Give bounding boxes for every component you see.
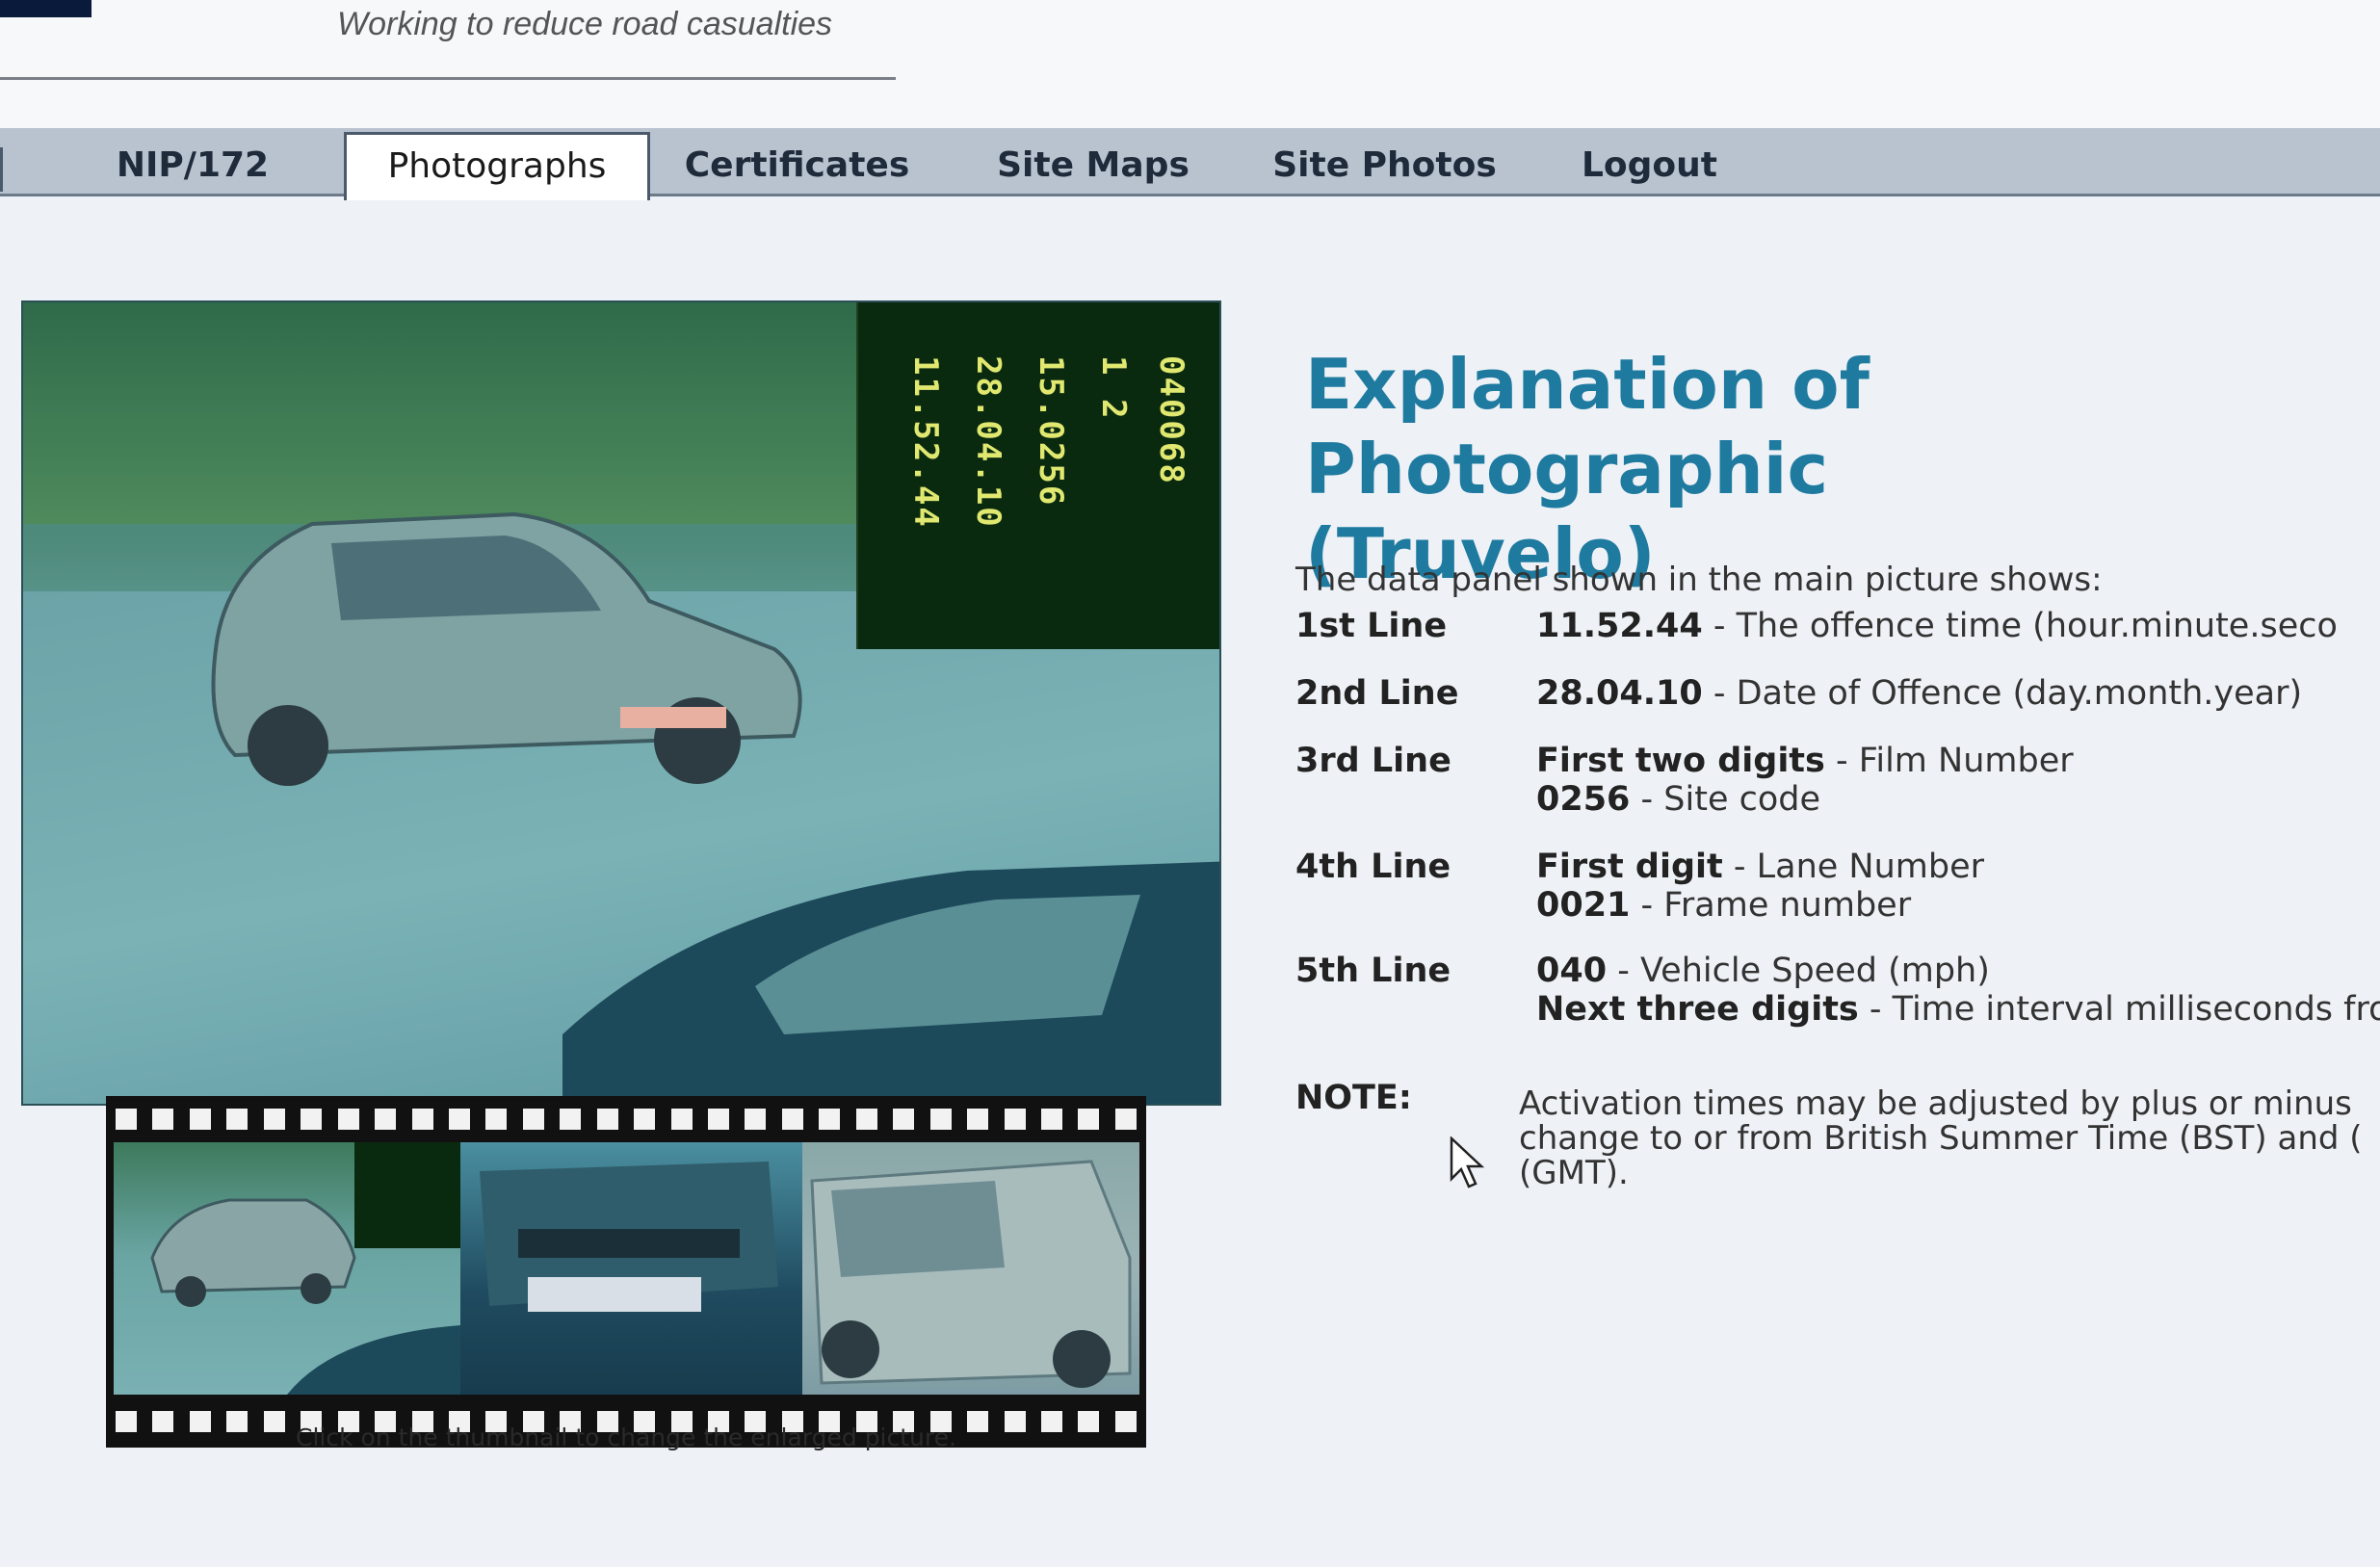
note-label: NOTE:	[1295, 1079, 1412, 1117]
tab-site-photos[interactable]: Site Photos	[1257, 138, 1512, 194]
tab-certificates[interactable]: Certificates	[660, 138, 934, 194]
photo-car-foreground	[562, 861, 1219, 1104]
panel-line-1: 11.52.44	[906, 355, 945, 529]
thumbnail-1[interactable]	[114, 1142, 460, 1395]
photo-car-main	[211, 511, 802, 786]
line-4-label: 4th Line	[1295, 848, 1452, 886]
filmstrip-sprockets-top	[116, 1100, 1137, 1138]
line-3-bold-2: 0256	[1536, 780, 1631, 819]
line-5-value: 040 - Vehicle Speed (mph) Next three dig…	[1536, 952, 2380, 1029]
line-1-label: 1st Line	[1295, 607, 1448, 645]
line-5-text-1: - Vehicle Speed (mph)	[1607, 952, 1990, 990]
thumbnail-filmstrip	[106, 1096, 1146, 1448]
enlarged-photo: 11.52.44 28.04.10 15.0256 1 2 040068	[21, 300, 1221, 1106]
line-3-text-1: - Film Number	[1824, 742, 2074, 780]
line-3-bold-1: First two digits	[1536, 742, 1825, 780]
page-header: Working to reduce road casualties	[0, 0, 2380, 130]
panel-line-2: 28.04.10	[969, 355, 1007, 529]
thumbnail-number-plate	[480, 1162, 778, 1312]
panel-line-5: 040068	[1152, 355, 1190, 485]
line-3-value: First two digits - Film Number 0256 - Si…	[1536, 742, 2074, 819]
line-1-text: - The offence time (hour.minute.seco	[1702, 607, 2338, 645]
header-divider	[0, 77, 896, 80]
thumbnail-car-wide	[150, 1142, 460, 1395]
thumbnail-3[interactable]	[802, 1142, 1139, 1395]
line-4-bold-1: First digit	[1536, 848, 1723, 886]
line-4-bold-2: 0021	[1536, 886, 1631, 925]
tab-photographs[interactable]: Photographs	[344, 132, 650, 200]
line-1-value: 11.52.44 - The offence time (hour.minute…	[1536, 607, 2338, 645]
tab-site-maps[interactable]: Site Maps	[973, 138, 1214, 194]
line-5-label: 5th Line	[1295, 952, 1452, 990]
line-1-bold: 11.52.44	[1536, 607, 1703, 645]
site-logo	[0, 0, 92, 17]
mouse-pointer-icon	[1450, 1136, 1485, 1188]
note-text: Activation times may be adjusted by plus…	[1519, 1084, 2363, 1192]
panel-line-4: 1 2	[1094, 355, 1133, 421]
line-2-text: - Date of Offence (day.month.year)	[1702, 674, 2303, 713]
line-5-text-2: - Time interval milliseconds from	[1858, 990, 2380, 1029]
line-3-label: 3rd Line	[1295, 742, 1452, 780]
line-4-value: First digit - Lane Number 0021 - Frame n…	[1536, 848, 1984, 925]
thumbnail-caption: Click on the thumbnail to change the enl…	[296, 1423, 956, 1451]
line-2-label: 2nd Line	[1295, 674, 1459, 713]
line-3-text-2: - Site code	[1630, 780, 1821, 819]
line-5-bold-1: 040	[1536, 952, 1608, 990]
explanation-intro: The data panel shown in the main picture…	[1295, 561, 2103, 599]
page-title: Explanation of Photographic (Truvelo)	[1305, 344, 1870, 594]
line-4-text-1: - Lane Number	[1722, 848, 1985, 886]
line-4-text-2: - Frame number	[1630, 886, 1912, 925]
thumbnail-driver	[810, 1160, 1132, 1388]
panel-line-3: 15.0256	[1032, 355, 1070, 508]
tab-logout[interactable]: Logout	[1560, 138, 1739, 194]
tab-divider	[0, 147, 3, 192]
site-tagline: Working to reduce road casualties	[337, 6, 833, 42]
line-2-value: 28.04.10 - Date of Offence (day.month.ye…	[1536, 674, 2302, 713]
main-nav: NIP/172 Photographs Certificates Site Ma…	[0, 128, 2380, 200]
thumbnail-2[interactable]	[460, 1142, 802, 1395]
tab-nip[interactable]: NIP/172	[53, 138, 332, 194]
line-5-bold-2: Next three digits	[1536, 990, 1859, 1029]
camera-data-panel: 11.52.44 28.04.10 15.0256 1 2 040068	[856, 302, 1219, 649]
line-2-bold: 28.04.10	[1536, 674, 1703, 713]
